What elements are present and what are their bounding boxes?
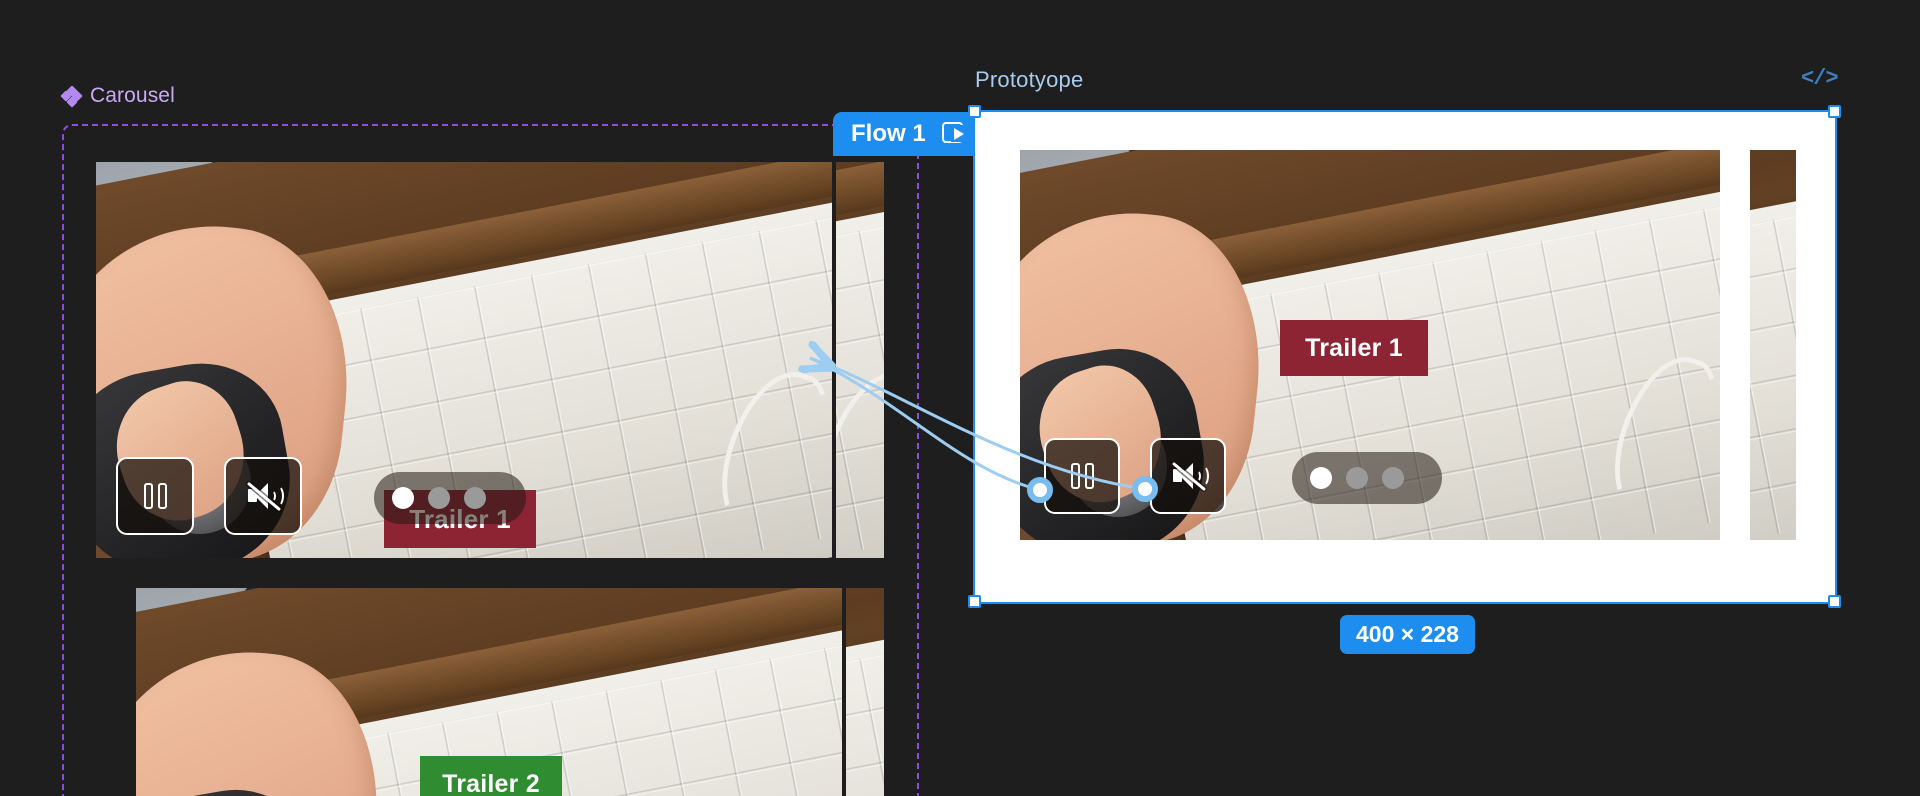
selection-handle-top-right[interactable] (1828, 105, 1841, 118)
selection-handle-bottom-left[interactable] (968, 595, 981, 608)
pause-button[interactable] (116, 457, 194, 535)
mute-button[interactable] (224, 457, 302, 535)
flow-start-play-icon (941, 122, 968, 146)
pager-dot-3[interactable] (464, 487, 486, 509)
slide-peek-photo (836, 162, 884, 558)
pause-icon (1070, 463, 1094, 489)
volume-off-icon (1171, 461, 1209, 492)
pager-dot-3[interactable] (1382, 467, 1404, 489)
design-canvas[interactable]: Carousel Prototyope </> Trailer 1 (0, 0, 1920, 796)
pause-icon (143, 483, 167, 509)
dimension-badge: 400 × 228 (1340, 615, 1475, 654)
prototype-mute-button[interactable] (1150, 438, 1226, 514)
selection-handle-bottom-right[interactable] (1828, 595, 1841, 608)
prototype-slide-peek[interactable] (1750, 150, 1796, 540)
volume-off-icon (246, 481, 284, 512)
prototype-trailer-badge: Trailer 1 (1280, 320, 1428, 376)
component-diamond-icon (60, 84, 83, 108)
component-name: Carousel (90, 84, 175, 107)
pager-dot-1[interactable] (1310, 467, 1332, 489)
component-layer-label[interactable]: Carousel (60, 84, 175, 108)
pager-dot-2[interactable] (428, 487, 450, 509)
pager-dot-1[interactable] (392, 487, 414, 509)
carousel-slide-2-peek[interactable] (846, 588, 884, 796)
slide-2-trailer-badge: Trailer 2 (420, 756, 562, 796)
prototype-title: Prototyope (975, 67, 1084, 92)
code-icon[interactable]: </> (1801, 66, 1839, 91)
carousel-pager[interactable] (374, 472, 526, 524)
carousel-slide-peek[interactable] (836, 162, 884, 558)
slide-2-peek-photo (846, 588, 884, 796)
carousel-slide-1[interactable]: Trailer 1 (96, 162, 832, 558)
prototype-frame[interactable]: Trailer 1 (973, 110, 1837, 604)
flow-badge[interactable]: Flow 1 (833, 112, 986, 156)
selection-handle-top-left[interactable] (968, 105, 981, 118)
pager-dot-2[interactable] (1346, 467, 1368, 489)
prototype-peek-photo (1750, 150, 1796, 540)
prototype-slide-1[interactable]: Trailer 1 (1020, 150, 1720, 540)
flow-label: Flow 1 (851, 120, 926, 147)
prototype-pause-button[interactable] (1044, 438, 1120, 514)
prototype-pager[interactable] (1292, 452, 1442, 504)
carousel-slide-2[interactable]: Trailer 2 (136, 588, 842, 796)
